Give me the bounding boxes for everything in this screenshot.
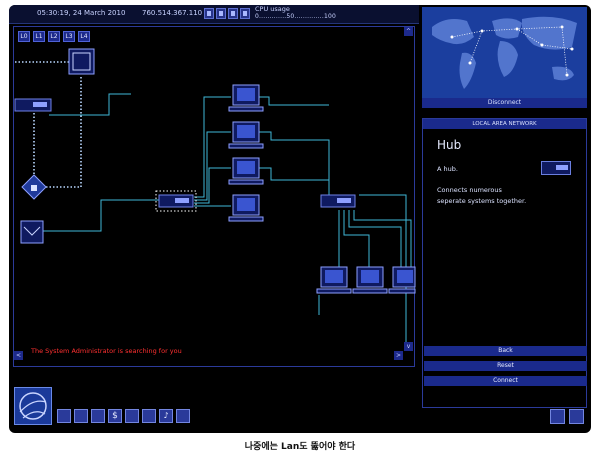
finance-icon[interactable]: $: [108, 409, 122, 423]
scroll-up-button[interactable]: ^: [404, 27, 413, 36]
hub-icon: [541, 161, 571, 175]
folder-icon[interactable]: [569, 409, 584, 424]
software-icon[interactable]: [74, 409, 88, 423]
globe-logo-icon[interactable]: [14, 387, 52, 425]
hub-device-selected[interactable]: [155, 190, 197, 212]
computer-7[interactable]: [388, 266, 416, 294]
back-button[interactable]: Back: [424, 346, 587, 356]
image-caption: 나중에는 Lan도 뚫어야 한다: [244, 442, 356, 452]
right-panel: Disconnect LOCAL AREA NETWORK Hub A hub.…: [422, 5, 591, 433]
computer-5[interactable]: [316, 266, 352, 294]
disconnect-button[interactable]: Disconnect: [422, 98, 587, 108]
status-message: The System Administrator is searching fo…: [31, 347, 182, 355]
info-long-description: Connects numerous seperate systems toget…: [437, 186, 527, 205]
music-icon[interactable]: ♪: [159, 409, 173, 423]
game-screen: 05:30:19, 24 March 2010 760.514.367.110 …: [9, 5, 591, 433]
trace-route: [15, 61, 82, 188]
email-icon[interactable]: [125, 409, 139, 423]
hardware-icon[interactable]: [91, 409, 105, 423]
memory-icon[interactable]: [142, 409, 156, 423]
info-title: Hub: [437, 138, 462, 152]
computer-1[interactable]: [228, 84, 264, 112]
hub-device-right[interactable]: [320, 194, 356, 208]
network-links: [37, 93, 412, 347]
info-panel-header: LOCAL AREA NETWORK: [423, 119, 586, 129]
info-panel: LOCAL AREA NETWORK Hub A hub. Connects n…: [422, 118, 587, 408]
send-icon[interactable]: [550, 409, 565, 424]
world-map[interactable]: [422, 7, 587, 100]
scroll-right-button[interactable]: >: [394, 351, 403, 360]
gateway-device[interactable]: [20, 220, 44, 244]
bottom-toolbar: $ ♪: [9, 385, 591, 433]
computer-2[interactable]: [228, 121, 264, 149]
router-device[interactable]: [68, 48, 95, 75]
world-map-drawing: [422, 7, 587, 100]
computer-3[interactable]: [228, 157, 264, 185]
firewall-device[interactable]: [21, 174, 47, 200]
reset-button[interactable]: Reset: [424, 361, 587, 371]
computer-4[interactable]: [228, 194, 264, 222]
switch-device-left[interactable]: [14, 98, 52, 112]
scroll-left-button[interactable]: <: [14, 351, 23, 360]
terminal-icon[interactable]: [57, 409, 71, 423]
lan-icon[interactable]: [176, 409, 190, 423]
scroll-down-button[interactable]: v: [404, 342, 413, 351]
network-diagram: [14, 48, 416, 347]
computer-6[interactable]: [352, 266, 388, 294]
info-short-description: A hub.: [437, 165, 458, 173]
